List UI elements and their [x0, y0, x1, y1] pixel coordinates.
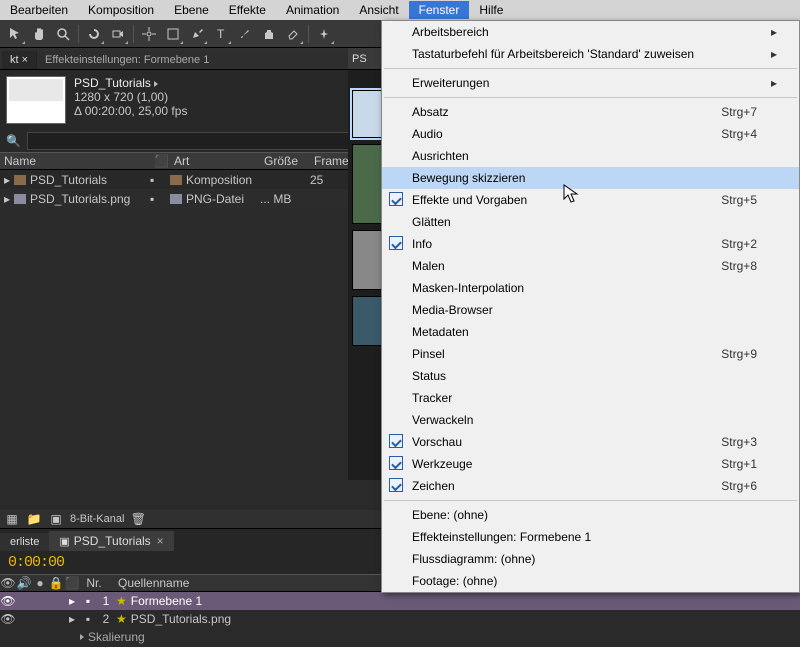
menu-item[interactable]: Flussdiagramm: (ohne) [382, 548, 799, 570]
menu-item[interactable]: ZeichenStrg+6 [382, 475, 799, 497]
text-tool-icon[interactable]: T [210, 23, 232, 45]
new-folder-icon[interactable]: 📁 [26, 512, 42, 526]
rotate-tool-icon[interactable] [83, 23, 105, 45]
menu-item[interactable]: VorschauStrg+3 [382, 431, 799, 453]
lock-col-icon: 🔒 [48, 576, 64, 590]
menu-bearbeiten[interactable]: Bearbeiten [0, 1, 78, 19]
menu-item[interactable]: InfoStrg+2 [382, 233, 799, 255]
camera-tool-icon[interactable] [107, 23, 129, 45]
audio-col-icon: 🔊 [16, 576, 32, 590]
menu-item[interactable]: Ebene: (ohne) [382, 504, 799, 526]
puppet-tool-icon[interactable] [313, 23, 335, 45]
menubar: BearbeitenKompositionEbeneEffekteAnimati… [0, 0, 800, 20]
menu-fenster[interactable]: Fenster [409, 1, 470, 19]
menu-item[interactable]: Tastaturbefehl für Arbeitsbereich 'Stand… [382, 43, 799, 65]
menu-ebene[interactable]: Ebene [164, 1, 219, 19]
menu-item[interactable]: Media-Browser [382, 299, 799, 321]
delete-icon[interactable]: 🗑 [130, 512, 146, 526]
menu-animation[interactable]: Animation [276, 1, 349, 19]
close-icon[interactable]: × [157, 534, 164, 548]
selection-tool-icon[interactable] [4, 23, 26, 45]
menu-item[interactable]: MalenStrg+8 [382, 255, 799, 277]
transform-property[interactable]: Skalierung [0, 628, 800, 646]
pen-tool-icon[interactable] [186, 23, 208, 45]
search-icon: 🔍 [6, 134, 21, 148]
menu-ansicht[interactable]: Ansicht [349, 1, 408, 19]
menu-item[interactable]: Erweiterungen▸ [382, 72, 799, 94]
menu-item[interactable]: Effekteinstellungen: Formebene 1 [382, 526, 799, 548]
comp-thumb[interactable] [352, 90, 382, 138]
project-tab[interactable]: kt × [2, 51, 37, 69]
project-name: PSD_Tutorials [74, 76, 187, 90]
menu-item[interactable]: Metadaten [382, 321, 799, 343]
comp-thumb[interactable] [352, 296, 382, 346]
new-comp-icon[interactable]: ▣ [48, 512, 64, 526]
comp-thumb[interactable] [352, 230, 382, 290]
svg-text:T: T [217, 27, 225, 41]
menu-effekte[interactable]: Effekte [219, 1, 276, 19]
menu-item[interactable]: AudioStrg+4 [382, 123, 799, 145]
hand-tool-icon[interactable] [28, 23, 50, 45]
eye-col-icon: 👁 [0, 576, 16, 590]
timeline-layer[interactable]: 👁▸▪1★Formebene 1 [0, 592, 800, 610]
menu-item[interactable]: Arbeitsbereich▸ [382, 21, 799, 43]
shape-tool-icon[interactable] [162, 23, 184, 45]
menu-item[interactable]: PinselStrg+9 [382, 343, 799, 365]
menu-item[interactable]: AbsatzStrg+7 [382, 101, 799, 123]
menu-item[interactable]: Effekte und VorgabenStrg+5 [382, 189, 799, 211]
renderlist-tab[interactable]: erliste [0, 533, 49, 551]
menu-item[interactable]: Status [382, 365, 799, 387]
interpret-footage-icon[interactable]: ▦ [4, 512, 20, 526]
timeline-tab[interactable]: ▣ PSD_Tutorials × [49, 531, 173, 551]
project-duration: Δ 00:20:00, 25,00 fps [74, 104, 187, 118]
zoom-tool-icon[interactable] [52, 23, 74, 45]
menu-item[interactable]: WerkzeugeStrg+1 [382, 453, 799, 475]
bit-depth-label[interactable]: 8-Bit-Kanal [70, 513, 124, 525]
timeline-layer[interactable]: 👁▸▪2★PSD_Tutorials.png [0, 610, 800, 628]
menu-item[interactable]: Glätten [382, 211, 799, 233]
project-dimensions: 1280 x 720 (1,00) [74, 90, 187, 104]
window-menu-dropdown: Arbeitsbereich▸Tastaturbefehl für Arbeit… [381, 20, 800, 593]
menu-item[interactable]: Footage: (ohne) [382, 570, 799, 592]
anchor-tool-icon[interactable] [138, 23, 160, 45]
eraser-tool-icon[interactable] [282, 23, 304, 45]
comp-thumb[interactable] [352, 144, 382, 224]
menu-item[interactable]: Verwackeln [382, 409, 799, 431]
brush-tool-icon[interactable] [234, 23, 256, 45]
menu-item[interactable]: Ausrichten [382, 145, 799, 167]
menu-item[interactable]: Tracker [382, 387, 799, 409]
menu-komposition[interactable]: Komposition [78, 1, 164, 19]
menu-item[interactable]: Bewegung skizzieren [382, 167, 799, 189]
menu-item[interactable]: Masken-Interpolation [382, 277, 799, 299]
clone-tool-icon[interactable] [258, 23, 280, 45]
menu-hilfe[interactable]: Hilfe [469, 1, 513, 19]
composition-thumbnail[interactable] [6, 76, 66, 124]
